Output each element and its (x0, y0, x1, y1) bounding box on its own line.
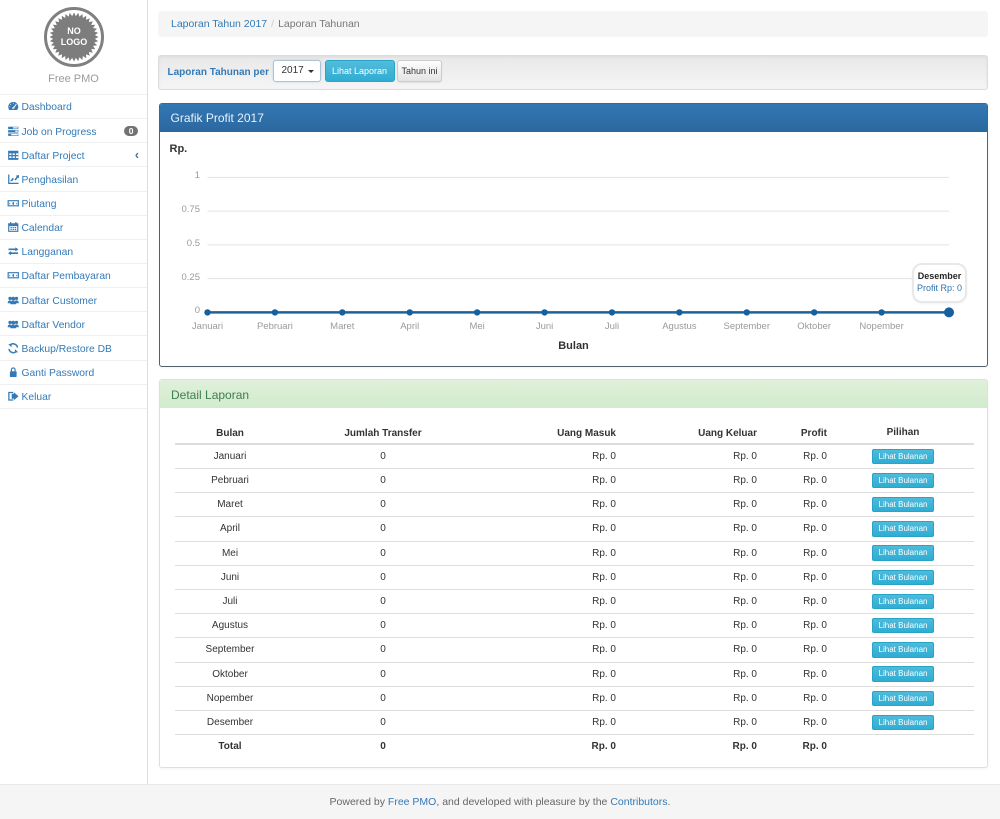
svg-text:NO: NO (67, 26, 81, 36)
svg-text:LOGO: LOGO (61, 37, 88, 47)
